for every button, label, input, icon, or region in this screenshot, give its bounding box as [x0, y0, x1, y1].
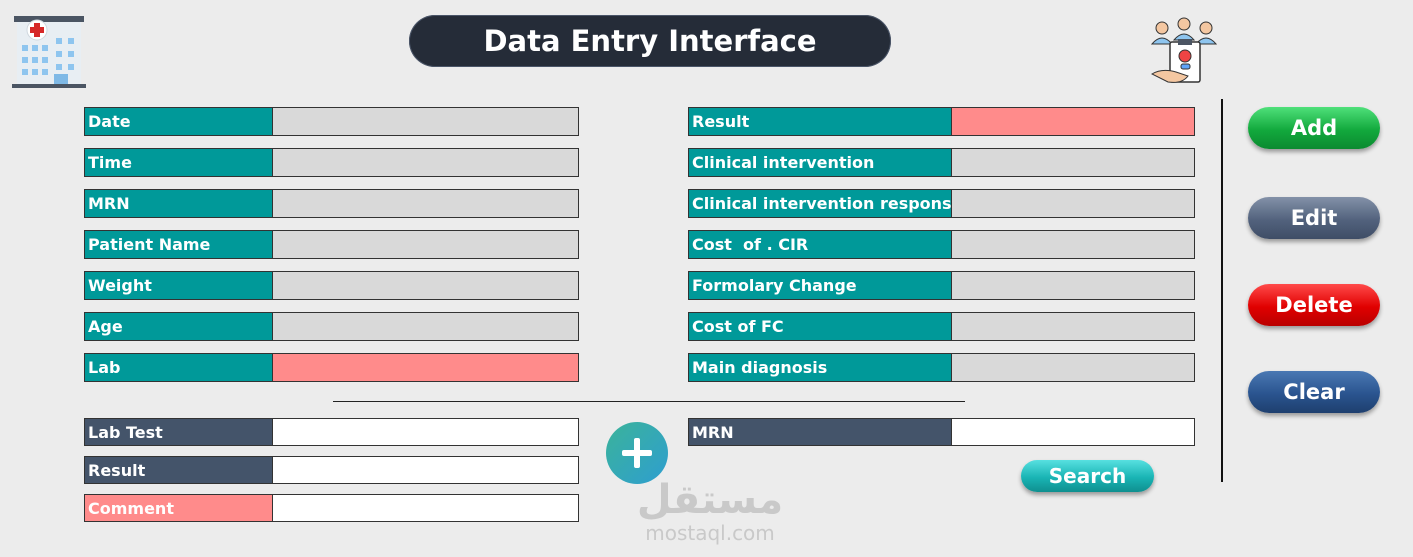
time-label: Time	[85, 149, 273, 176]
search-mrn-input[interactable]	[952, 419, 1194, 445]
hospital-icon	[10, 12, 87, 89]
weight-field-row: Weight	[84, 271, 579, 300]
clinical-intervention-response-label: Clinical intervention response	[689, 190, 952, 217]
formulary-change-input[interactable]	[952, 272, 1194, 299]
patient-name-field-row: Patient Name	[84, 230, 579, 259]
date-label: Date	[85, 108, 273, 135]
age-label: Age	[85, 313, 273, 340]
page-title: Data Entry Interface	[409, 15, 891, 67]
patient-care-icon	[1148, 14, 1220, 86]
main-diagnosis-label: Main diagnosis	[689, 354, 952, 381]
clinical-intervention-response-input[interactable]	[952, 190, 1194, 217]
result-input[interactable]	[952, 108, 1194, 135]
mrn-label: MRN	[85, 190, 273, 217]
clinical-intervention-label: Clinical intervention	[689, 149, 952, 176]
time-field-row: Time	[84, 148, 579, 177]
date-input[interactable]	[273, 108, 578, 135]
time-input[interactable]	[273, 149, 578, 176]
lab-label: Lab	[85, 354, 273, 381]
search-mrn-field-row: MRN	[688, 418, 1195, 446]
formulary-change-label: Formolary Change	[689, 272, 952, 299]
mrn-input[interactable]	[273, 190, 578, 217]
lab-test-input[interactable]	[273, 419, 578, 445]
edit-button[interactable]: Edit	[1248, 197, 1380, 239]
comment-field-row: Comment	[84, 494, 579, 522]
lab-result-field-row: Result	[84, 456, 579, 484]
main-diagnosis-input[interactable]	[952, 354, 1194, 381]
clinical-intervention-input[interactable]	[952, 149, 1194, 176]
clinical-intervention-response-field-row: Clinical intervention response	[688, 189, 1195, 218]
comment-label: Comment	[85, 495, 273, 521]
comment-input[interactable]	[273, 495, 578, 521]
cost-of-fc-label: Cost of FC	[689, 313, 952, 340]
cost-of-fc-field-row: Cost of FC	[688, 312, 1195, 341]
plus-icon	[622, 438, 652, 468]
main-diagnosis-field-row: Main diagnosis	[688, 353, 1195, 382]
clear-button[interactable]: Clear	[1248, 371, 1380, 413]
age-field-row: Age	[84, 312, 579, 341]
clinical-intervention-field-row: Clinical intervention	[688, 148, 1195, 177]
lab-input[interactable]	[273, 354, 578, 381]
add-button[interactable]: Add	[1248, 107, 1380, 149]
lab-result-input[interactable]	[273, 457, 578, 483]
formulary-change-field-row: Formolary Change	[688, 271, 1195, 300]
watermark-arabic: مستقل	[636, 477, 784, 523]
result-label: Result	[689, 108, 952, 135]
lab-field-row: Lab	[84, 353, 579, 382]
watermark: مستقل mostaql.com	[630, 478, 790, 544]
lab-test-label: Lab Test	[85, 419, 273, 445]
weight-input[interactable]	[273, 272, 578, 299]
cost-of-cir-label: Cost of . CIR	[689, 231, 952, 258]
watermark-latin: mostaql.com	[645, 521, 775, 545]
add-lab-button[interactable]	[606, 422, 668, 484]
patient-name-label: Patient Name	[85, 231, 273, 258]
result-field-row: Result	[688, 107, 1195, 136]
delete-button[interactable]: Delete	[1248, 284, 1380, 326]
cost-of-cir-input[interactable]	[952, 231, 1194, 258]
cost-of-fc-input[interactable]	[952, 313, 1194, 340]
section-divider	[333, 401, 965, 402]
buttons-divider	[1221, 99, 1223, 482]
lab-test-field-row: Lab Test	[84, 418, 579, 446]
lab-result-label: Result	[85, 457, 273, 483]
search-mrn-label: MRN	[689, 419, 952, 445]
cost-of-cir-field-row: Cost of . CIR	[688, 230, 1195, 259]
mrn-field-row: MRN	[84, 189, 579, 218]
weight-label: Weight	[85, 272, 273, 299]
search-button[interactable]: Search	[1021, 460, 1154, 492]
age-input[interactable]	[273, 313, 578, 340]
date-field-row: Date	[84, 107, 579, 136]
patient-name-input[interactable]	[273, 231, 578, 258]
